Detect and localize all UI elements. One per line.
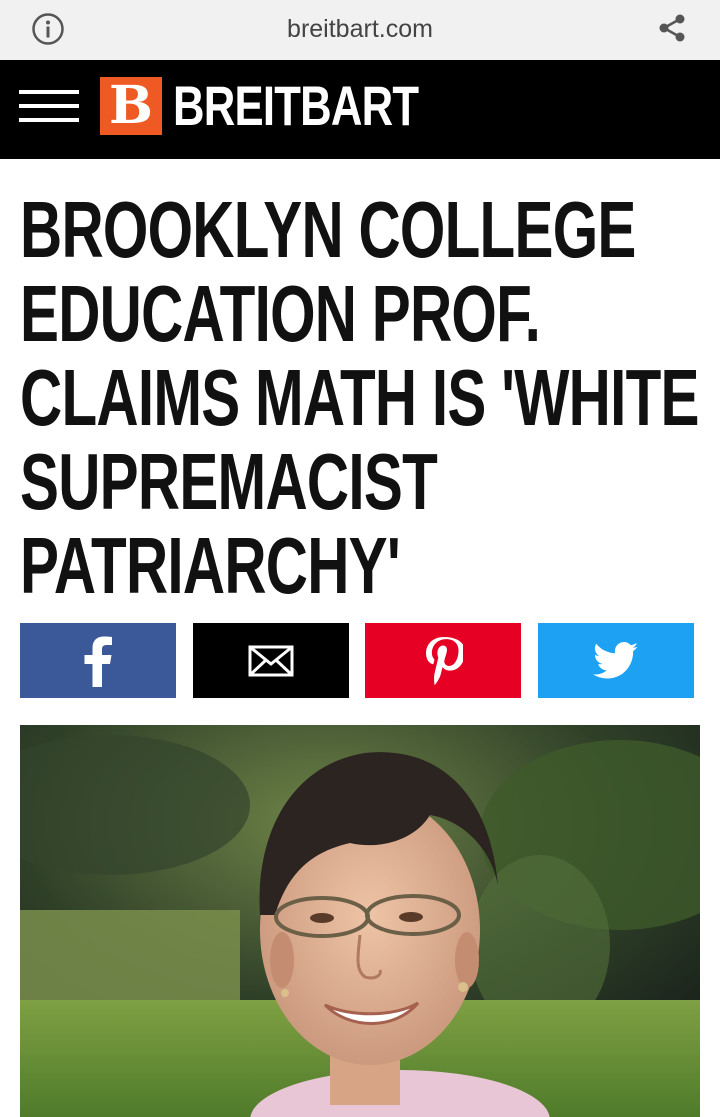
facebook-share-button[interactable] — [20, 623, 176, 698]
info-icon[interactable] — [31, 12, 65, 46]
site-header: B BREITBART — [0, 60, 720, 159]
brand-wordmark[interactable]: BREITBART — [173, 74, 419, 138]
headline-line: SUPREMACIST — [20, 437, 438, 526]
article-headline: BROOKLYN COLLEGE EDUCATION PROF. CLAIMS … — [20, 185, 699, 610]
pinterest-share-button[interactable] — [365, 623, 521, 698]
email-share-button[interactable] — [193, 623, 349, 698]
headline-line: CLAIMS MATH IS 'WHITE — [20, 353, 699, 442]
headline-line: BROOKLYN COLLEGE — [20, 185, 636, 274]
facebook-icon — [84, 636, 112, 687]
pinterest-icon — [426, 636, 463, 685]
logo-mark[interactable]: B — [100, 77, 162, 135]
email-icon — [248, 645, 294, 676]
portrait-image — [20, 725, 700, 1117]
twitter-share-button[interactable] — [538, 623, 694, 698]
share-icon[interactable] — [655, 11, 689, 45]
twitter-icon — [593, 641, 639, 678]
url-text[interactable]: breitbart.com — [0, 0, 720, 60]
headline-line: PATRIARCHY' — [20, 521, 401, 610]
headline-line: EDUCATION PROF. — [20, 269, 541, 358]
logo-letter: B — [109, 75, 153, 136]
browser-url-bar[interactable]: breitbart.com — [0, 0, 720, 60]
article-photo[interactable] — [20, 725, 700, 1117]
menu-icon[interactable] — [19, 90, 79, 124]
